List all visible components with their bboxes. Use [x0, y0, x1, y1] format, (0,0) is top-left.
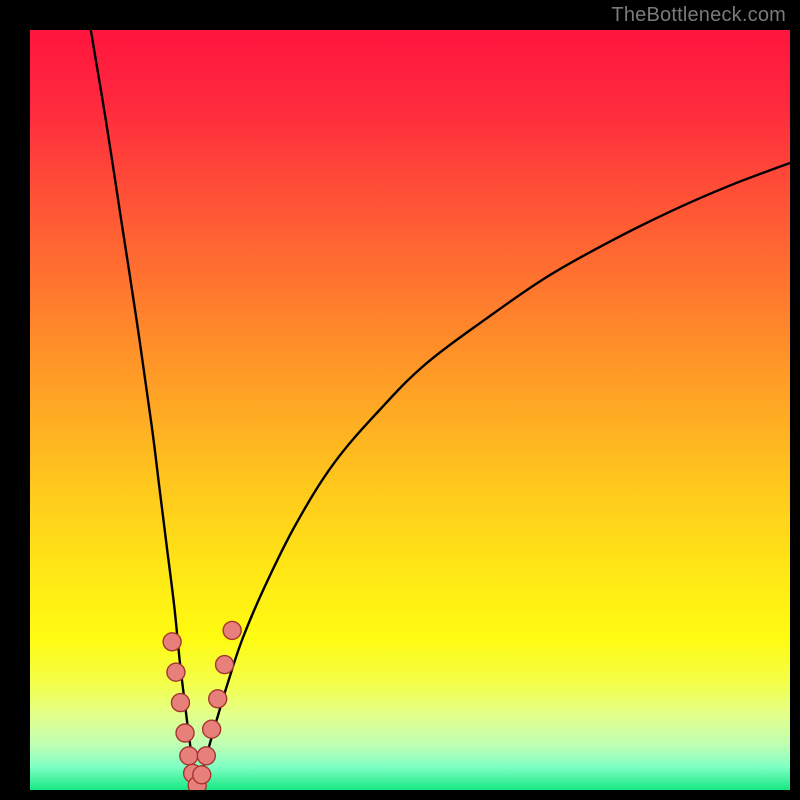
plot-area [30, 30, 790, 790]
cluster-dot [203, 720, 221, 738]
cluster-dot [163, 633, 181, 651]
cluster-dot [223, 621, 241, 639]
curve-right-branch [197, 163, 790, 790]
curve-overlay [30, 30, 790, 790]
cluster-dot [193, 766, 211, 784]
cluster-dot [197, 747, 215, 765]
dot-cluster [163, 621, 241, 790]
cluster-dot [180, 747, 198, 765]
watermark-text: TheBottleneck.com [611, 4, 786, 27]
cluster-dot [167, 663, 185, 681]
chart-frame: TheBottleneck.com [0, 0, 800, 800]
cluster-dot [216, 656, 234, 674]
cluster-dot [171, 694, 189, 712]
cluster-dot [209, 690, 227, 708]
cluster-dot [176, 724, 194, 742]
